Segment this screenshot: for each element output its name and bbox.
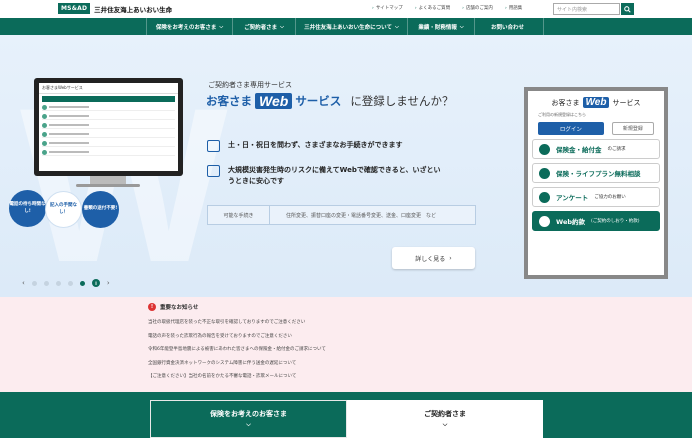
carousel-pause-button[interactable]: II xyxy=(91,279,100,287)
claim-label: 保険金・給付金 xyxy=(556,146,602,154)
calendar-icon xyxy=(207,140,220,152)
login-row: ログイン 新規登録 xyxy=(538,122,654,135)
screen-row xyxy=(42,140,175,147)
carousel-controls: ‹ II › xyxy=(22,279,110,287)
web-terms-sub: (ご契約のしおり・約款) xyxy=(591,219,640,224)
notice-item[interactable]: 全国銀行資金決済ネットワークのシステム障害に伴う送金の遅延について xyxy=(148,360,326,374)
carousel-dot-active[interactable] xyxy=(79,280,85,286)
panel-hint[interactable]: ご利用の新規登録はこちら xyxy=(538,112,654,118)
utility-links: サイトマップ よくあるご質問 店舗のご案内 用語集 xyxy=(372,5,522,11)
feature-disaster-text: 大規模災害発生時のリスクに備えてWebで確認できると、いざというときに安心です xyxy=(228,166,441,185)
carousel-dot[interactable] xyxy=(67,280,73,286)
carousel-dot[interactable] xyxy=(55,280,61,286)
nav-item-contact[interactable]: お問い合わせ xyxy=(474,18,544,35)
nav-item-prospective[interactable]: 保険をお考えのお客さま xyxy=(146,18,232,35)
panel-title-pre: お客さま xyxy=(551,98,580,107)
web-terms-button[interactable]: Web約款 (ご契約のしおり・約款) xyxy=(532,211,660,231)
bubble-no-writing: 記入の手間なし！ xyxy=(45,191,82,228)
tab-policyholders[interactable]: ご契約者さま ⌵ xyxy=(347,400,543,438)
survey-button[interactable]: アンケート ご協力のお願い xyxy=(532,187,660,207)
panel-web-logo: Web xyxy=(582,97,610,108)
screen-row xyxy=(42,104,175,111)
headline-tail: に登録しませんか？ xyxy=(350,94,454,108)
yen-icon xyxy=(539,143,550,155)
link-stores[interactable]: 店舗のご案内 xyxy=(462,5,493,11)
link-glossary[interactable]: 用語集 xyxy=(505,5,523,11)
headline-pre: お客さま xyxy=(206,94,252,108)
lifeplan-label: 保険・ライフプラン無料相談 xyxy=(556,170,641,178)
headline-web-logo: Web xyxy=(255,93,293,109)
carousel-next-icon[interactable]: › xyxy=(107,279,110,287)
panel-title: お客さま Web サービス xyxy=(528,97,664,108)
monitor-base xyxy=(76,184,140,187)
notices-list: 当社の取扱代理店を装った不正な取引を確認しておりますのでご注意ください 電話の声… xyxy=(148,319,326,387)
notice-item[interactable]: 電話の声を装った詐欺行為の報告を受けておりますのでご注意ください xyxy=(148,333,326,347)
web-service-panel: お客さま Web サービス ご利用の新規登録はこちら ログイン 新規登録 保険金… xyxy=(524,87,668,279)
procedures-box: 可能な手続き 住所変更、振替口座の変更・電話番号変更、送金、口座変更 など xyxy=(207,205,476,225)
claim-sub: のご請求 xyxy=(607,147,626,152)
notice-item[interactable]: 令和6年能登半島地震による被害にあわれた皆さまへの保険金・給付金のご請求について xyxy=(148,346,326,360)
main-nav: 保険をお考えのお客さま ご契約者さま 三井住友海上あいおい生命について 業績・財… xyxy=(0,18,692,35)
notice-item[interactable]: 当社の取扱代理店を装った不正な取引を確認しておりますのでご注意ください xyxy=(148,319,326,333)
nav-item-policyholders[interactable]: ご契約者さま xyxy=(232,18,295,35)
screen-bar xyxy=(42,96,175,102)
carousel-dot[interactable] xyxy=(43,280,49,286)
important-notices: ! 重要なお知らせ 当社の取扱代理店を装った不正な取引を確認しておりますのでご注… xyxy=(0,297,692,392)
company-name: 三井住友海上あいおい生命 xyxy=(94,5,173,14)
link-faq[interactable]: よくあるご質問 xyxy=(415,5,451,11)
tab-prospective[interactable]: 保険をお考えのお客さま ⌵ xyxy=(150,400,347,438)
book-icon xyxy=(539,215,550,227)
search-input[interactable]: サイト内検索 xyxy=(553,3,620,15)
company-logo[interactable]: MS&AD 三井住友海上あいおい生命 xyxy=(58,3,172,14)
headline-post: サービス xyxy=(295,94,342,108)
logo-badge: MS&AD xyxy=(58,3,91,14)
carousel-prev-icon[interactable]: ‹ xyxy=(22,279,25,287)
monitor-icon xyxy=(207,165,220,177)
procedures-text: 住所変更、振替口座の変更・電話番号変更、送金、口座変更 など xyxy=(286,212,437,219)
survey-sub: ご協力のお願い xyxy=(594,195,626,200)
feature-weekend: 土・日・祝日を問わず、さまざまなお手続きができます xyxy=(207,140,403,152)
claim-button[interactable]: 保険金・給付金 のご請求 xyxy=(532,139,660,159)
detail-button[interactable]: 詳しく見る xyxy=(392,247,475,269)
link-sitemap[interactable]: サイトマップ xyxy=(372,5,403,11)
monitor-illustration: お客さまWebサービス xyxy=(34,78,183,176)
procedures-label: 可能な手続き xyxy=(208,206,270,224)
web-terms-label: Web約款 xyxy=(556,218,585,226)
monitor-stand xyxy=(90,176,126,184)
screen-row xyxy=(42,113,175,120)
search-button[interactable] xyxy=(621,3,634,15)
tab-policyholders-label: ご契約者さま xyxy=(424,410,466,418)
alert-icon: ! xyxy=(148,303,156,311)
panel-title-post: サービス xyxy=(612,98,641,107)
register-button[interactable]: 新規登録 xyxy=(611,122,654,135)
chevron-down-icon: ⌵ xyxy=(246,421,251,428)
hero-subtitle: ご契約者さま専用サービス xyxy=(208,81,292,89)
hero-banner: W お客さまWebサービス 電話の待ち時間なし! 記入の手間なし！ 書類の送付不… xyxy=(0,35,692,297)
person-icon xyxy=(539,167,550,179)
screen-row xyxy=(42,122,175,129)
lifeplan-button[interactable]: 保険・ライフプラン無料相談 xyxy=(532,163,660,183)
notice-item[interactable]: 【ご注意ください】当社の名前をかたる不審な電話・詐欺メールについて xyxy=(148,373,326,387)
chevron-down-icon: ⌵ xyxy=(442,421,448,428)
screen-row xyxy=(42,149,175,156)
nav-item-about[interactable]: 三井住友海上あいおい生命について xyxy=(295,18,407,35)
notices-header: ! 重要なお知らせ xyxy=(148,303,198,311)
screen-title: お客さまWebサービス xyxy=(39,83,178,94)
top-bar: MS&AD 三井住友海上あいおい生命 サイトマップ よくあるご質問 店舗のご案内… xyxy=(0,0,692,18)
feature-disaster: 大規模災害発生時のリスクに備えてWebで確認できると、いざというときに安心です xyxy=(207,165,447,186)
hero-headline: お客さま Web サービス に登録しませんか？ xyxy=(206,93,453,109)
pen-icon xyxy=(539,191,550,203)
screen-row xyxy=(42,131,175,138)
bubble-no-wait: 電話の待ち時間なし! xyxy=(9,190,46,227)
carousel-dot[interactable] xyxy=(31,280,37,286)
login-button[interactable]: ログイン xyxy=(538,122,604,135)
nav-item-financials[interactable]: 業績・財務情報 xyxy=(407,18,474,35)
notices-title: 重要なお知らせ xyxy=(160,305,199,311)
feature-weekend-text: 土・日・祝日を問わず、さまざまなお手続きができます xyxy=(228,141,403,149)
bubble-no-mail: 書類の送付不要! xyxy=(82,191,119,228)
tab-prospective-label: 保険をお考えのお客さま xyxy=(210,410,287,418)
monitor-screen: お客さまWebサービス xyxy=(39,83,178,171)
survey-label: アンケート xyxy=(556,194,589,202)
search-icon xyxy=(624,5,631,13)
